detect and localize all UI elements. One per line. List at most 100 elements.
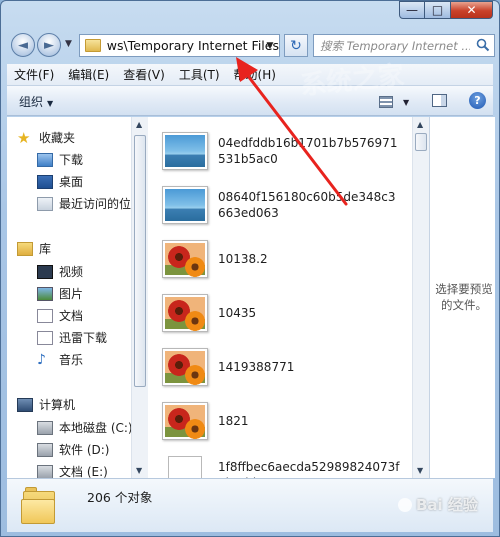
sidebar-item-desktop[interactable]: 桌面 bbox=[37, 173, 83, 190]
list-item[interactable]: 04edfddb16b1701b7b576971531b5ac0 bbox=[162, 127, 403, 175]
maximize-button[interactable]: □ bbox=[425, 1, 451, 19]
image-thumbnail bbox=[162, 294, 208, 332]
scroll-down-arrow-icon[interactable]: ▼ bbox=[136, 466, 142, 475]
forward-button[interactable]: ► bbox=[37, 33, 61, 57]
explorer-window: — □ ✕ ◄ ► ▼ ws\Temporary Internet Files … bbox=[0, 0, 500, 537]
menu-bar: 文件(F) 编辑(E) 查看(V) 工具(T) 帮助(H) bbox=[7, 64, 493, 86]
sidebar-item-label: 库 bbox=[39, 242, 52, 256]
sidebar-item-label: 计算机 bbox=[39, 398, 76, 412]
recent-pages-dropdown[interactable]: ▼ bbox=[65, 39, 72, 49]
file-name: 1821 bbox=[218, 414, 249, 428]
libraries-icon bbox=[17, 241, 33, 256]
desktop-icon bbox=[37, 174, 53, 189]
content-area: ★ 收藏夹 下载 桌面 最近访问的位 库 视频 图片 文档 迅雷下载 ♪ 音乐 … bbox=[7, 117, 495, 478]
sidebar-item-label: 收藏夹 bbox=[39, 131, 76, 145]
help-button[interactable]: ? bbox=[469, 92, 486, 109]
recent-places-icon bbox=[37, 196, 53, 211]
menu-view[interactable]: 查看(V) bbox=[116, 66, 172, 83]
view-details-icon bbox=[379, 96, 393, 108]
system-drive-icon bbox=[37, 420, 53, 435]
preview-pane-toggle-icon[interactable] bbox=[432, 94, 447, 107]
sidebar-item-drive-d[interactable]: 软件 (D:) bbox=[37, 441, 109, 458]
list-item[interactable]: 1419388771 bbox=[162, 343, 403, 391]
pictures-icon bbox=[37, 286, 53, 301]
videos-icon bbox=[37, 264, 53, 279]
organize-button[interactable]: 组织 ▼ bbox=[19, 93, 53, 110]
list-item[interactable]: 10435 bbox=[162, 289, 403, 337]
list-item[interactable]: 08640f156180c60b5de348c3663ed063 bbox=[162, 181, 403, 229]
list-item[interactable]: 1f8ffbec6aecda52989824073f8b5dd38 bbox=[162, 451, 403, 478]
close-button[interactable]: ✕ bbox=[451, 1, 493, 19]
music-icon: ♪ bbox=[37, 351, 46, 368]
file-name: 10435 bbox=[218, 306, 257, 320]
sidebar-item-label: 音乐 bbox=[59, 353, 84, 367]
sidebar-item-label: 最近访问的位 bbox=[59, 197, 131, 211]
sidebar-item-music[interactable]: ♪ 音乐 bbox=[37, 351, 83, 368]
command-bar: 组织 ▼ ▼ ? bbox=[7, 86, 493, 116]
star-icon: ★ bbox=[17, 128, 31, 147]
file-name: 1419388771 bbox=[218, 360, 295, 374]
menu-help[interactable]: 帮助(H) bbox=[227, 66, 283, 83]
search-input[interactable]: 搜索 Temporary Internet ... bbox=[313, 34, 495, 57]
change-view-button[interactable]: ▼ bbox=[379, 94, 411, 110]
list-item[interactable]: 1821 bbox=[162, 397, 403, 445]
minimize-button[interactable]: — bbox=[399, 1, 425, 19]
file-name: 08640f156180c60b5de348c3663ed063 bbox=[218, 190, 396, 220]
sidebar-item-label: 本地磁盘 (C:) bbox=[59, 421, 131, 435]
image-thumbnail bbox=[162, 186, 208, 224]
list-item[interactable]: 10138.2 bbox=[162, 235, 403, 283]
navigation-pane: ★ 收藏夹 下载 桌面 最近访问的位 库 视频 图片 文档 迅雷下载 ♪ 音乐 … bbox=[7, 117, 131, 478]
sidebar-item-videos[interactable]: 视频 bbox=[37, 263, 83, 280]
scroll-up-arrow-icon[interactable]: ▲ bbox=[136, 120, 142, 129]
scrollbar-thumb[interactable] bbox=[134, 135, 146, 387]
refresh-button[interactable]: ↻ bbox=[284, 34, 308, 57]
scroll-down-arrow-icon[interactable]: ▼ bbox=[417, 466, 423, 475]
navigation-pane-scrollbar[interactable]: ▲ ▼ bbox=[131, 117, 148, 478]
sidebar-item-drive-c[interactable]: 本地磁盘 (C:) bbox=[37, 419, 131, 436]
sidebar-item-drive-e[interactable]: 文档 (E:) bbox=[37, 463, 108, 478]
sidebar-item-thunder-downloads[interactable]: 迅雷下载 bbox=[37, 329, 107, 346]
sidebar-item-favorites[interactable]: ★ 收藏夹 bbox=[17, 129, 75, 146]
sidebar-item-downloads[interactable]: 下载 bbox=[37, 151, 83, 168]
sidebar-item-label: 迅雷下载 bbox=[59, 331, 108, 345]
address-dropdown-button[interactable]: ▼ bbox=[262, 35, 278, 56]
sidebar-item-label: 图片 bbox=[59, 287, 84, 301]
sidebar-item-documents[interactable]: 文档 bbox=[37, 307, 83, 324]
address-bar[interactable]: ws\Temporary Internet Files ▼ bbox=[79, 34, 280, 57]
sidebar-item-label: 文档 (E:) bbox=[59, 465, 108, 478]
image-thumbnail bbox=[162, 348, 208, 386]
thunder-downloads-icon bbox=[37, 330, 53, 345]
sidebar-item-pictures[interactable]: 图片 bbox=[37, 285, 83, 302]
chevron-down-icon: ▼ bbox=[47, 99, 54, 108]
navigation-bar: ◄ ► ▼ ws\Temporary Internet Files ▼ ↻ 搜索… bbox=[7, 31, 495, 59]
document-icon bbox=[168, 456, 202, 478]
sidebar-item-label: 文档 bbox=[59, 309, 84, 323]
folder-icon bbox=[85, 39, 101, 52]
scroll-up-arrow-icon[interactable]: ▲ bbox=[417, 120, 423, 129]
file-list: 04edfddb16b1701b7b576971531b5ac0 08640f1… bbox=[148, 117, 412, 478]
search-icon[interactable] bbox=[476, 38, 490, 52]
chevron-down-icon: ▼ bbox=[403, 97, 410, 107]
menu-tools[interactable]: 工具(T) bbox=[172, 66, 227, 83]
image-thumbnail bbox=[162, 402, 208, 440]
file-name: 04edfddb16b1701b7b576971531b5ac0 bbox=[218, 136, 398, 166]
back-button[interactable]: ◄ bbox=[11, 33, 35, 57]
drive-icon bbox=[37, 464, 53, 478]
sidebar-item-label: 桌面 bbox=[59, 175, 84, 189]
downloads-folder-icon bbox=[37, 152, 53, 167]
image-thumbnail bbox=[162, 132, 208, 170]
file-list-scrollbar[interactable]: ▲ ▼ bbox=[412, 117, 429, 478]
sidebar-item-label: 软件 (D:) bbox=[59, 443, 110, 457]
sidebar-item-label: 下载 bbox=[59, 153, 84, 167]
menu-file[interactable]: 文件(F) bbox=[7, 66, 61, 83]
menu-edit[interactable]: 编辑(E) bbox=[61, 66, 116, 83]
sidebar-item-recent-places[interactable]: 最近访问的位 bbox=[37, 195, 131, 212]
scrollbar-thumb[interactable] bbox=[415, 133, 427, 151]
address-text: ws\Temporary Internet Files bbox=[106, 38, 279, 53]
sidebar-item-computer[interactable]: 计算机 bbox=[17, 396, 75, 413]
item-count: 206 个对象 bbox=[87, 490, 153, 505]
computer-icon bbox=[17, 397, 33, 412]
folder-icon bbox=[21, 487, 57, 525]
drive-icon bbox=[37, 442, 53, 457]
sidebar-item-libraries[interactable]: 库 bbox=[17, 240, 51, 257]
